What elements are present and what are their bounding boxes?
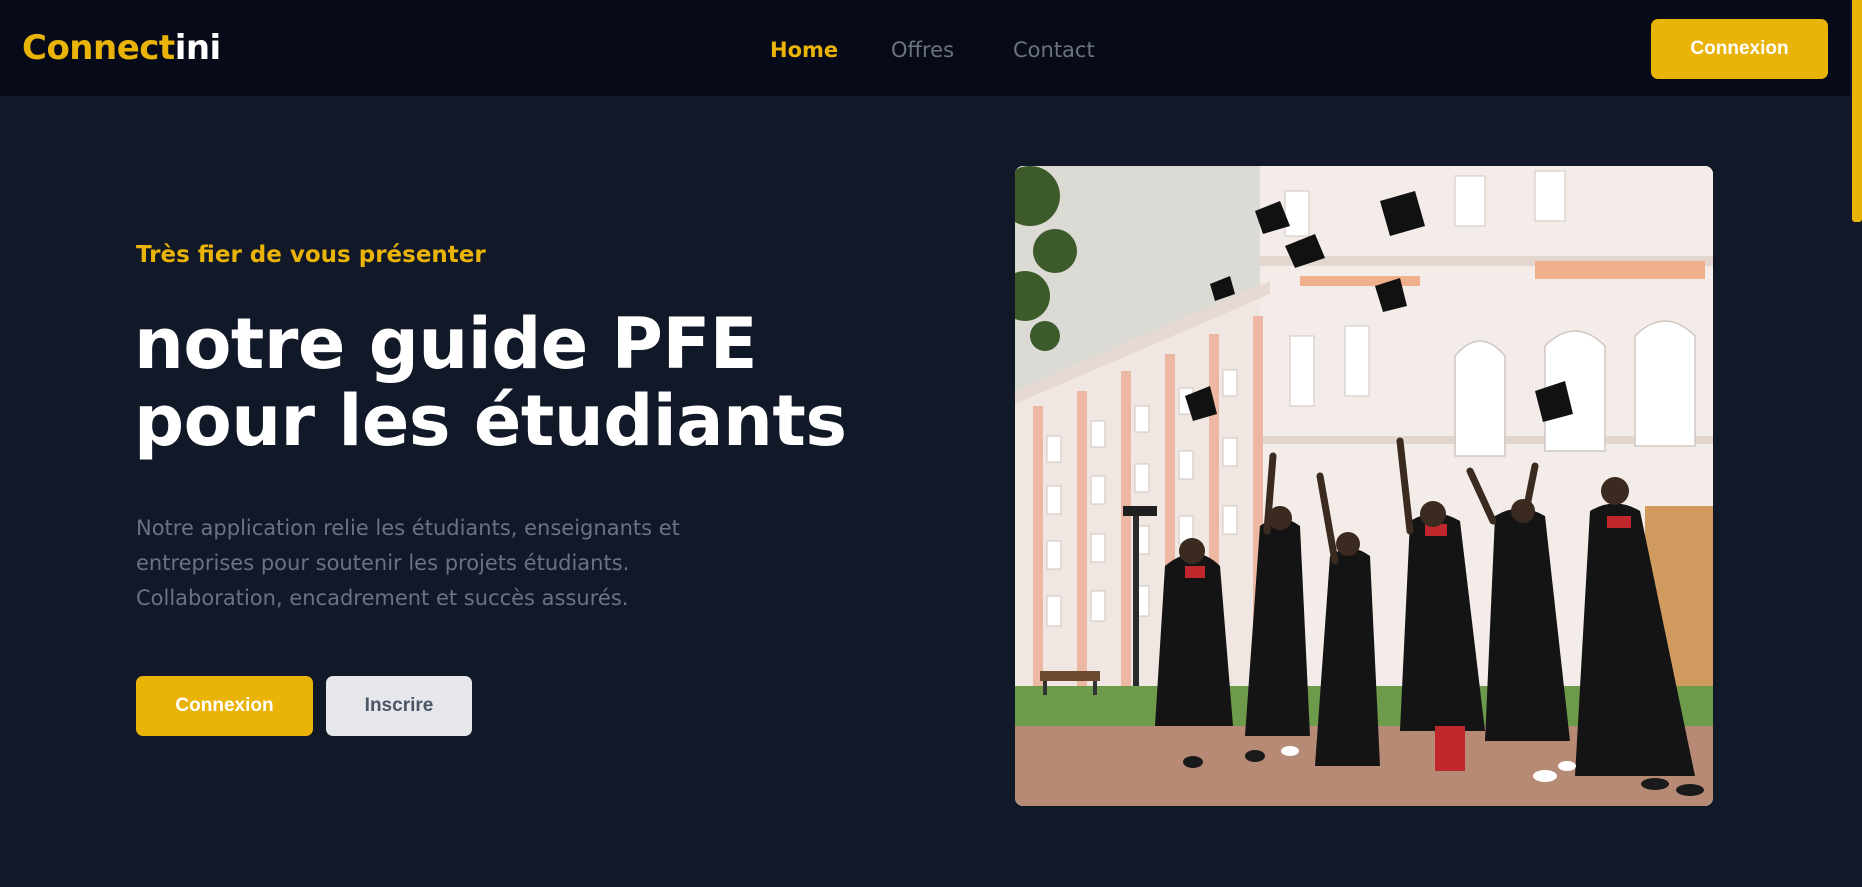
hero-description-line-2: entreprises pour soutenir les projets ét… (136, 551, 630, 575)
nav-link-offres[interactable]: Offres (891, 36, 954, 64)
hero-title: notre guide PFE pour les étudiants (134, 306, 854, 460)
main-nav: Home Offres Contact (0, 36, 1862, 64)
page-scrollbar[interactable] (1850, 0, 1862, 887)
hero-description-line-1: Notre application relie les étudiants, e… (136, 516, 680, 540)
hero-title-line-1: notre guide PFE (134, 303, 758, 385)
hero-description: Notre application relie les étudiants, e… (136, 511, 716, 616)
hero-login-button[interactable]: Connexion (136, 676, 313, 736)
scrollbar-thumb[interactable] (1852, 0, 1862, 222)
top-navbar: Connectini Home Offres Contact Connexion (0, 0, 1862, 96)
nav-link-home[interactable]: Home (770, 36, 838, 64)
hero-tagline: Très fier de vous présenter (136, 242, 486, 268)
graduation-illustration (1015, 166, 1713, 806)
hero-register-button[interactable]: Inscrire (326, 676, 472, 736)
hero-description-line-3: Collaboration, encadrement et succès ass… (136, 586, 629, 610)
nav-link-contact[interactable]: Contact (1013, 36, 1095, 64)
header-login-button[interactable]: Connexion (1651, 19, 1828, 79)
graduation-photo (1015, 166, 1713, 806)
hero-title-line-2: pour les étudiants (134, 380, 847, 462)
